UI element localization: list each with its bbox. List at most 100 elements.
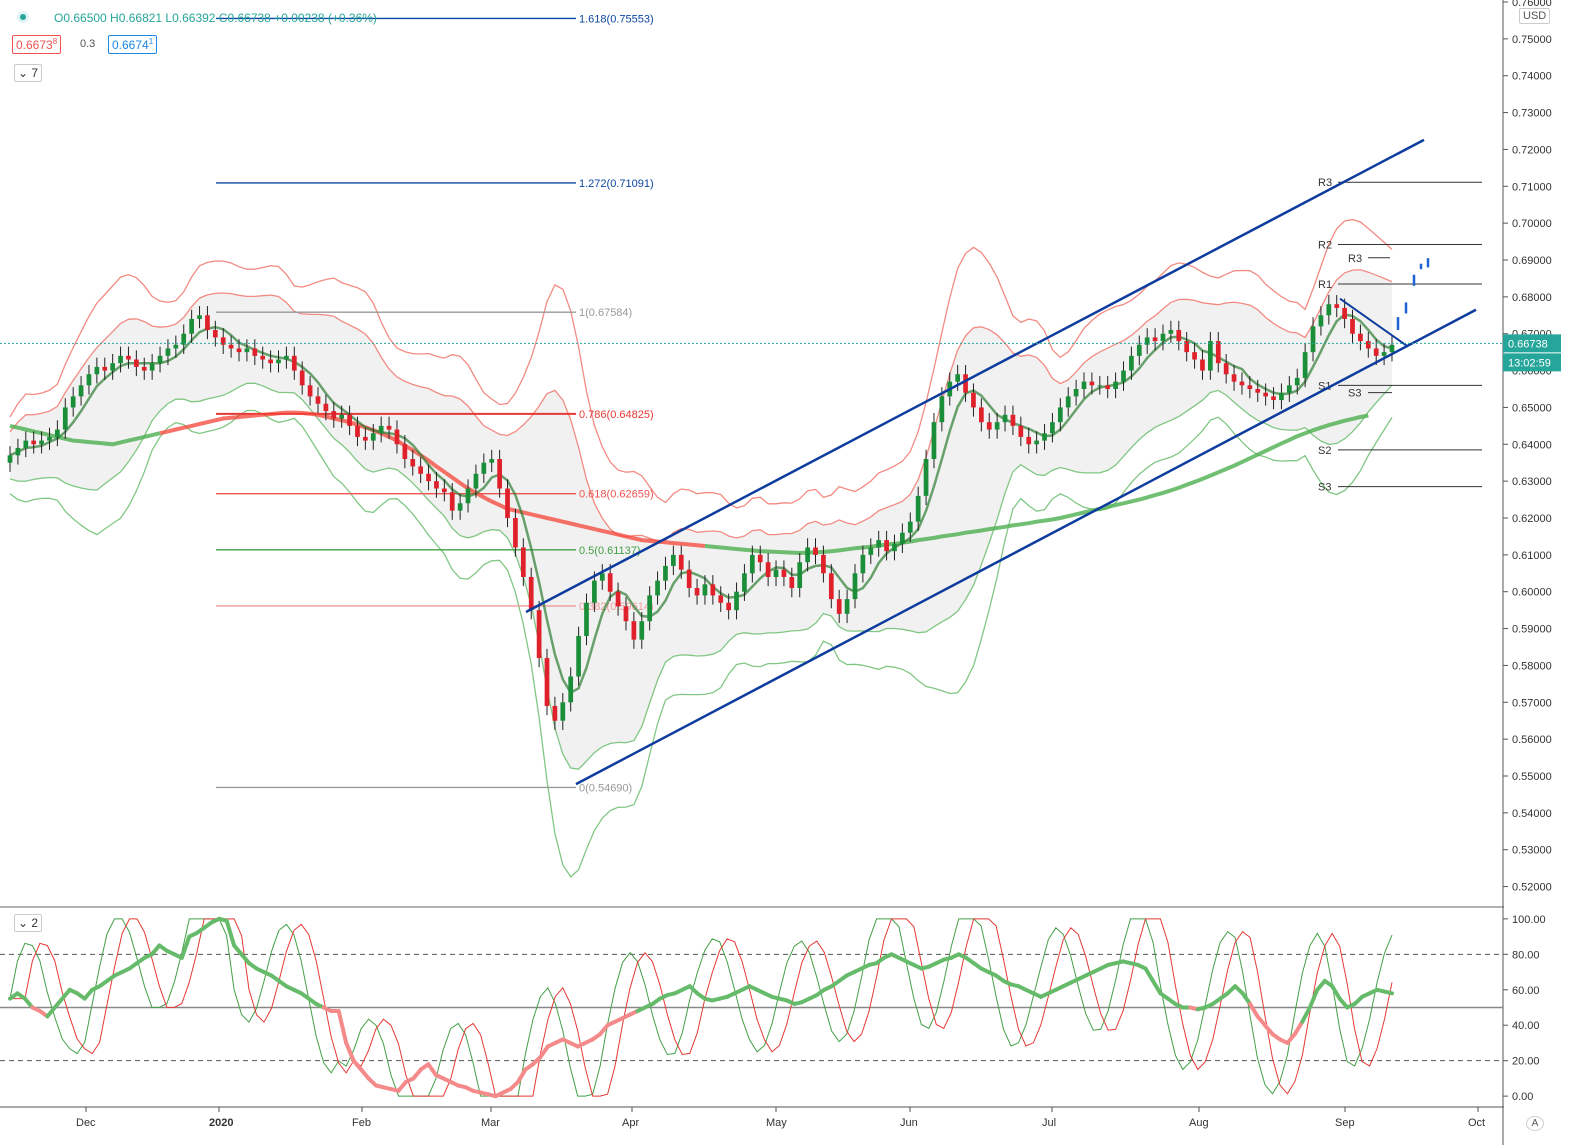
candle-body [1097,385,1103,387]
candle-body [544,658,550,706]
buy-price-button[interactable]: 0.66741 [108,35,158,54]
candle-body [126,355,131,360]
candle-body [1286,385,1292,393]
candle-body [497,459,502,489]
candle-body [31,440,37,445]
candle-body [426,473,431,482]
candle-body [1326,304,1332,316]
candle-body [757,554,763,563]
indicators-count-osc: 2 [31,916,39,930]
candle-body [1136,344,1142,356]
candle-body [473,473,479,489]
candle-body [963,374,968,393]
candle-body [315,396,321,404]
fib-level-label: 0.618(0.62659) [579,489,654,501]
candle-body [615,591,621,607]
candle-body [805,547,810,563]
candle-body [378,425,384,434]
candle-body [1389,344,1395,353]
candle-body [1105,385,1111,389]
candle-body [260,355,266,360]
candle-body [1018,425,1024,437]
candle-body [734,591,739,611]
candle-body [228,344,234,349]
time-tick-label: Jul [1042,1117,1056,1129]
price-tick-label: 0.69000 [1512,255,1552,267]
time-tick-label: May [766,1117,787,1129]
candle-body [1121,370,1126,382]
candle-body [623,606,629,622]
price-tick-label: 0.74000 [1512,71,1552,83]
candle-body [647,595,653,622]
time-tick-label: Feb [352,1117,371,1129]
candle-body [513,518,518,548]
candle-body [339,414,345,419]
candle-body [15,447,21,456]
price-tick-label: 0.53000 [1512,845,1552,857]
osc-tick-label: 0.00 [1512,1091,1533,1103]
price-tick-label: 0.73000 [1512,108,1552,120]
countdown-label: 13:02:59 [1508,357,1551,369]
fib-level-label: 1(0.67584) [579,307,632,319]
candle-body [102,366,108,371]
osc-tick-label: 40.00 [1512,1020,1540,1032]
candle-body [252,348,258,356]
candle-body [552,705,558,721]
candle-body [1294,377,1300,386]
candle-body [900,532,905,544]
fib-level-label: 0(0.54690) [579,782,632,794]
price-tick-label: 0.70000 [1512,218,1552,230]
candle-body [197,315,202,319]
candle-body [47,436,52,441]
last-price-label: 0.66738 [1508,338,1548,350]
candle-body [599,573,605,581]
candle-body [923,459,929,496]
indicators-toggle-main[interactable]: ⌄ 7 [14,64,43,82]
price-tick-label: 0.71000 [1512,181,1552,193]
candle-body [1279,392,1284,401]
chevron-down-icon: ⌄ [18,916,29,930]
candle-body [1176,330,1182,342]
candle-body [868,547,874,555]
candle-body [836,599,842,614]
candle-body [70,396,76,408]
candle-body [884,540,889,552]
sell-price-button[interactable]: 0.66738 [12,35,62,54]
candle-body [205,315,210,331]
candle-body [536,610,542,659]
auto-scale-button[interactable]: A [1526,1116,1544,1131]
sell-price-pip: 8 [52,37,58,46]
currency-button[interactable]: USD [1519,8,1551,24]
fib-level-label: 1.618(0.75553) [579,13,654,25]
candle-body [1239,381,1245,386]
time-tick-label: Aug [1189,1117,1209,1129]
candle-body [7,455,13,463]
candle-body [1089,381,1095,386]
candle-body [1247,385,1253,389]
price-tick-label: 0.72000 [1512,144,1552,156]
candle-body [994,422,1000,430]
candle-body [1042,433,1047,441]
candle-body [1381,352,1387,356]
candle-body [268,359,273,364]
candle-body [78,385,84,397]
candle-body [749,554,755,574]
indicators-count-main: 7 [31,66,39,80]
candle-body [1318,315,1324,327]
chart-canvas[interactable]: 0.760000.750000.740000.730000.720000.710… [0,0,1586,1145]
candle-body [971,392,976,408]
candle-body [773,569,779,577]
candle-body [1034,440,1039,445]
pivot-label: S3 [1348,388,1361,400]
candle-body [1358,333,1363,342]
candle-body [481,462,487,474]
indicators-toggle-osc[interactable]: ⌄ 2 [14,914,43,932]
candle-body [860,554,866,574]
candle-body [1168,330,1174,334]
candle-body [726,602,731,611]
candle-body [986,422,992,430]
candle-body [86,374,92,386]
candle-body [663,565,668,581]
candle-body [1010,414,1016,426]
pivot-label: S2 [1318,445,1331,457]
